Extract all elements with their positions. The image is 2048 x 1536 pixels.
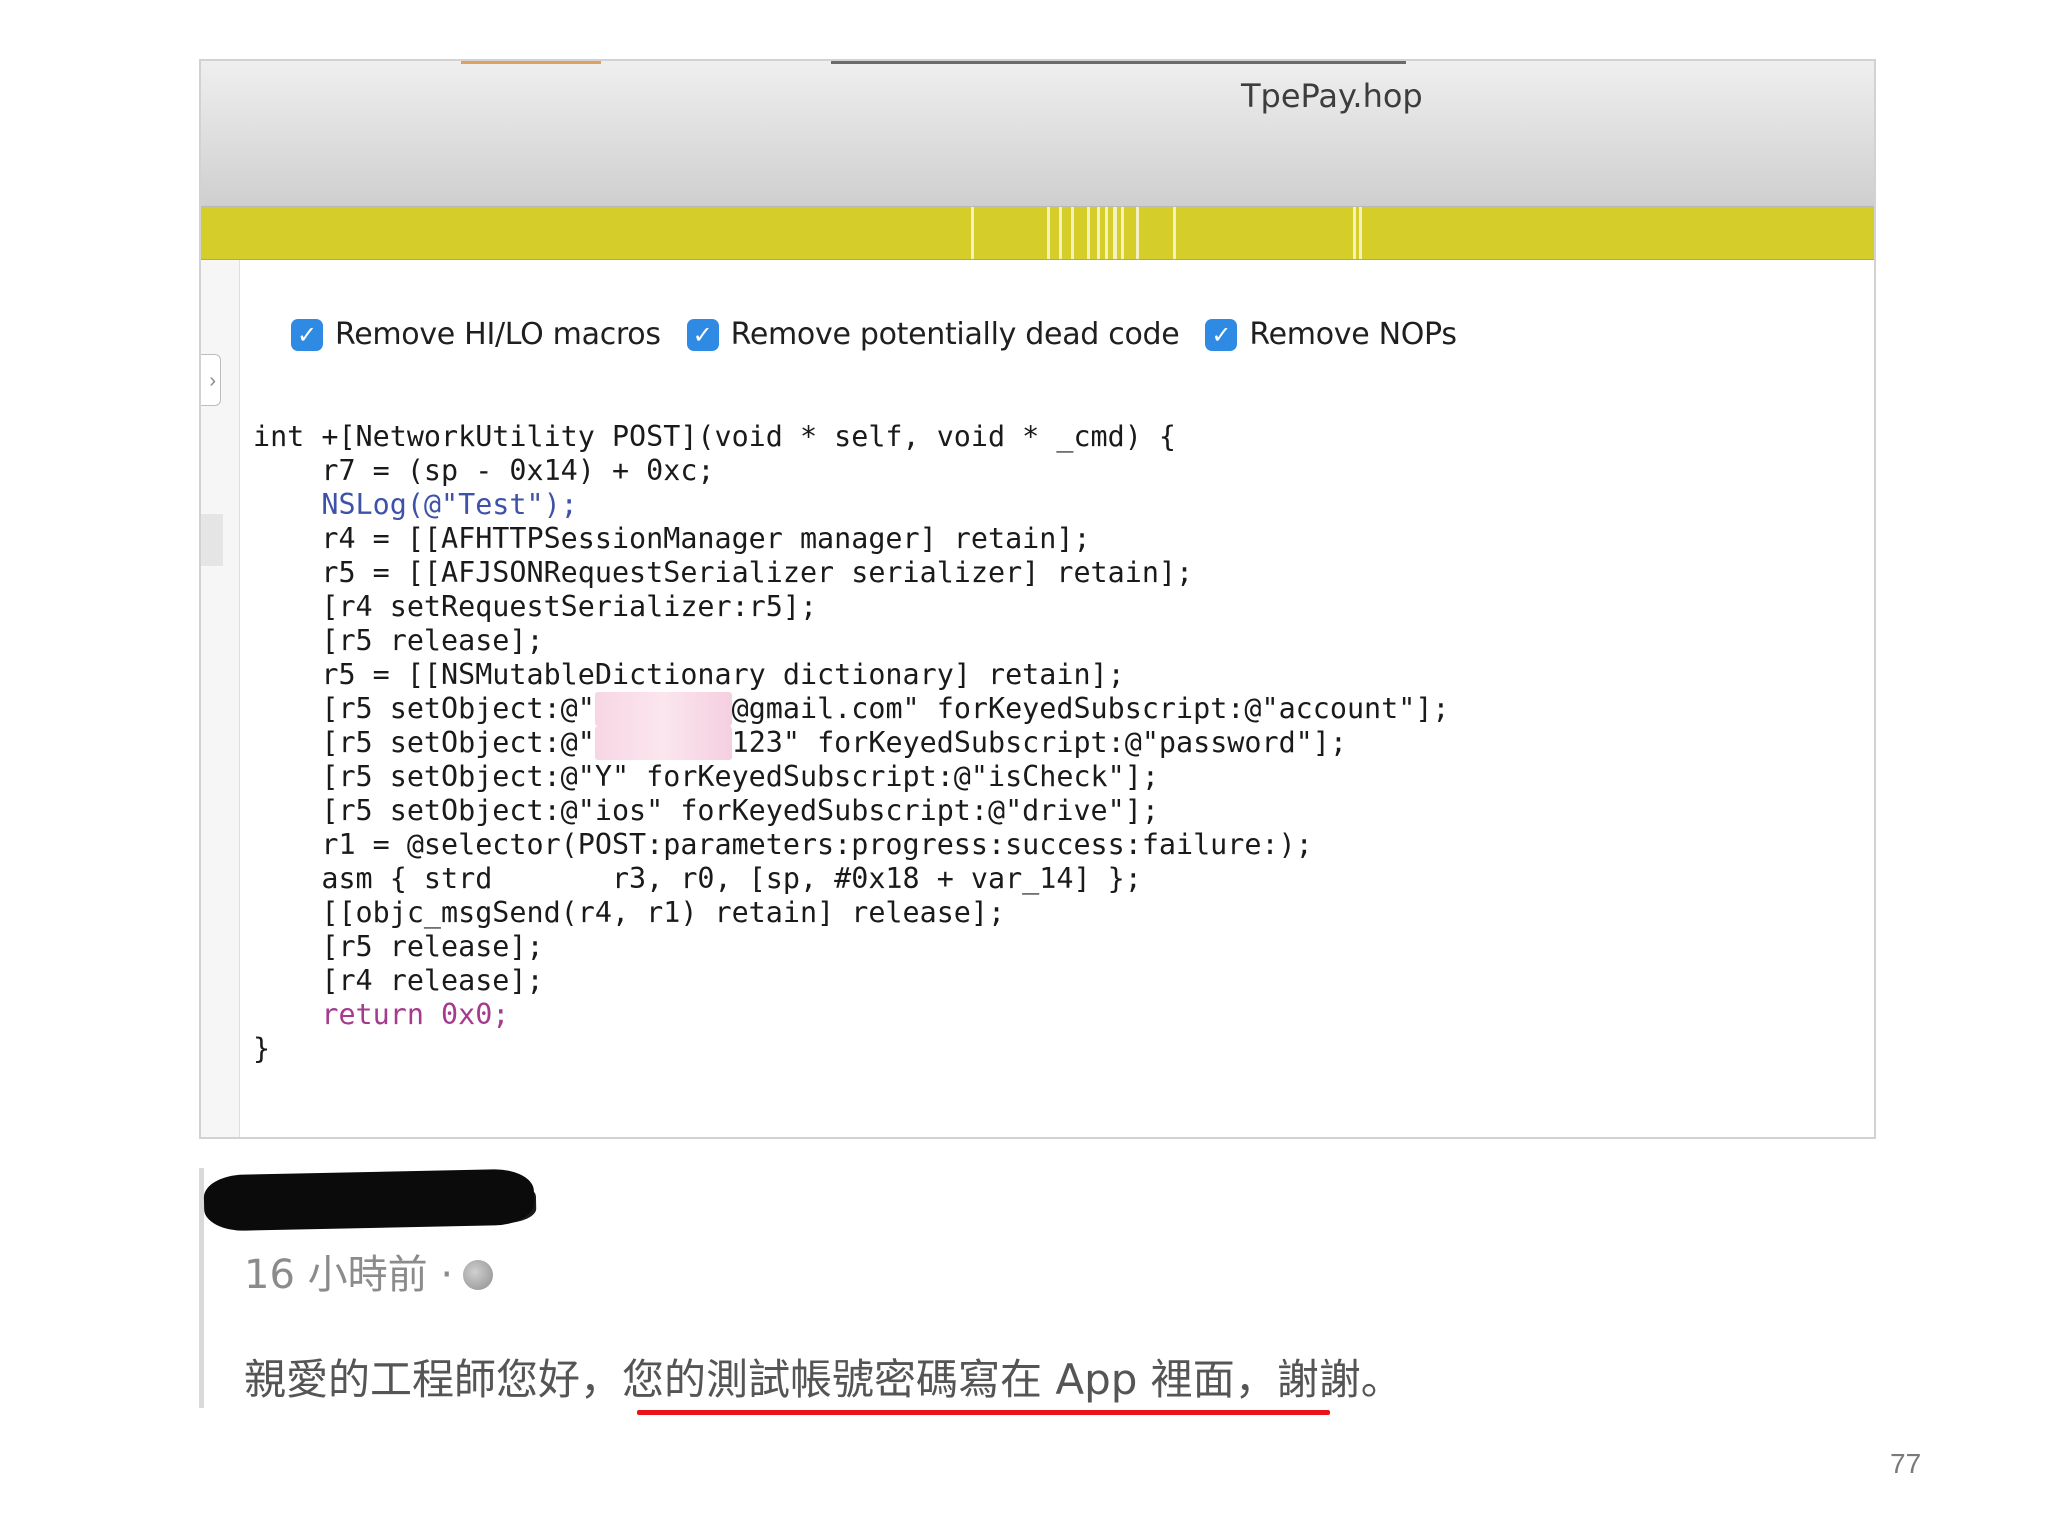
option-label: Remove HI/LO macros	[335, 317, 661, 352]
code-line: [r5 setObject:@"Y" forKeyedSubscript:@"i…	[253, 760, 1159, 793]
toolbar-fragment	[831, 61, 1406, 64]
code-line: [r4 release];	[253, 964, 544, 997]
code-line: r7 = (sp - 0x14) + 0xc;	[253, 454, 715, 487]
pseudocode-panel: › ✓ Remove HI/LO macros ✓ Remove potenti…	[201, 260, 1874, 1137]
post-timestamp[interactable]: 16 小時前 ·	[244, 1252, 453, 1298]
decompiler-options: ✓ Remove HI/LO macros ✓ Remove potential…	[291, 317, 1483, 352]
window-title: TpePay.hop	[1241, 77, 1423, 115]
nav-marker	[1136, 207, 1139, 259]
code-line: r4 = [[AFHTTPSessionManager manager] ret…	[253, 522, 1091, 555]
code-line-password: [r5 setObject:@" 123" forKeyedSubscript:…	[253, 726, 1347, 760]
nav-marker	[1097, 207, 1100, 259]
code-line: r1 = @selector(POST:parameters:progress:…	[253, 828, 1313, 861]
redacted-password	[594, 726, 732, 760]
toolbar-fragment	[461, 61, 601, 64]
nav-marker	[1113, 207, 1117, 259]
panel-gutter: ›	[201, 260, 240, 1137]
nav-marker	[1059, 207, 1062, 259]
code-line: r5 = [[NSMutableDictionary dictionary] r…	[253, 658, 1125, 691]
check-icon[interactable]: ✓	[686, 318, 719, 351]
code-line: r5 = [[AFJSONRequestSerializer serialize…	[253, 556, 1194, 589]
cropped-toolbar-edge	[201, 61, 1874, 65]
screenshot-frame: TpePay.hop › ✓ Remove HI/LO macros ✓ Rem…	[199, 59, 1876, 1139]
option-remove-nops[interactable]: ✓ Remove NOPs	[1205, 317, 1457, 352]
redacted-email	[594, 692, 732, 726]
nav-marker	[971, 207, 974, 259]
code-line: [[objc_msgSend(r4, r1) retain] release];	[253, 896, 1006, 929]
gutter-slot	[201, 514, 223, 566]
comment-text: 親愛的工程師您好，您的測試帳號密碼寫在 App 裡面，謝謝。	[244, 1355, 1403, 1404]
check-icon[interactable]: ✓	[291, 318, 323, 351]
code-line-account: [r5 setObject:@" @gmail.com" forKeyedSub…	[253, 692, 1450, 726]
comment-post: 16 小時前 · 親愛的工程師您好，您的測試帳號密碼寫在 App 裡面，謝謝。	[199, 1168, 1404, 1408]
post-meta: 16 小時前 ·	[244, 1242, 494, 1300]
code-line: [r5 setObject:@"ios" forKeyedSubscript:@…	[253, 794, 1159, 827]
page-number: 77	[1890, 1448, 1922, 1479]
nav-marker	[1071, 207, 1074, 259]
highlight-underline	[637, 1410, 1330, 1415]
nav-marker	[1359, 207, 1362, 259]
nav-marker	[1087, 207, 1090, 259]
nav-marker	[1353, 207, 1356, 259]
navigation-bar[interactable]	[201, 207, 1874, 260]
code-line: NSLog(@"Test");	[253, 488, 578, 521]
option-remove-dead-code[interactable]: ✓ Remove potentially dead code	[686, 317, 1180, 352]
code-line: asm { strd r3, r0, [sp, #0x18 + var_14] …	[253, 862, 1142, 895]
check-icon[interactable]: ✓	[1205, 318, 1238, 351]
code-line: return 0x0;	[253, 998, 510, 1031]
option-remove-hilo[interactable]: ✓ Remove HI/LO macros	[291, 317, 661, 352]
collapse-handle[interactable]: ›	[201, 354, 221, 406]
option-label: Remove NOPs	[1249, 317, 1457, 352]
redacted-author-name	[203, 1168, 535, 1232]
pseudocode-listing: int +[NetworkUtility POST](void * self, …	[253, 420, 1450, 1066]
code-line: [r5 release];	[253, 930, 544, 963]
nav-marker	[1105, 207, 1108, 259]
globe-icon	[463, 1260, 494, 1290]
option-label: Remove potentially dead code	[730, 317, 1180, 352]
code-line: [r4 setRequestSerializer:r5];	[253, 590, 818, 623]
window-titlebar: TpePay.hop	[201, 61, 1874, 207]
code-line: [r5 release];	[253, 624, 544, 657]
nav-marker	[1121, 207, 1124, 259]
code-line: }	[253, 1032, 271, 1065]
nav-marker	[1047, 207, 1050, 259]
nav-marker	[1173, 207, 1176, 259]
code-line: int +[NetworkUtility POST](void * self, …	[253, 420, 1177, 453]
